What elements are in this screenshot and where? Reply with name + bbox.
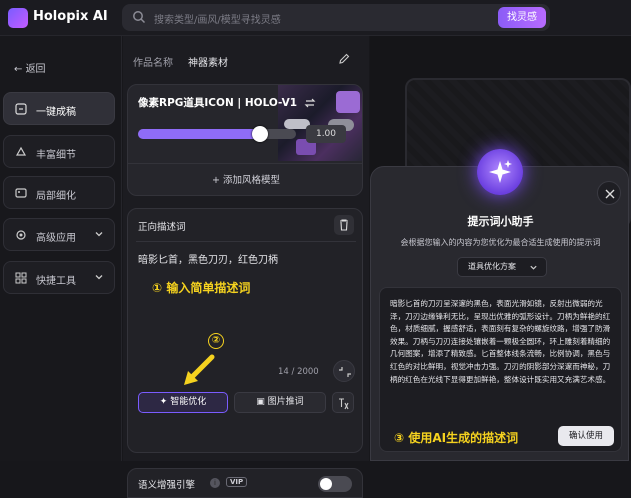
app-name[interactable]: Holopix AI xyxy=(33,9,108,24)
style-weight-value[interactable]: 1.00 xyxy=(306,125,346,143)
sidebar-item-advanced[interactable]: 高级应用 xyxy=(3,218,115,251)
back-button[interactable]: ← 返回 xyxy=(14,60,46,75)
assistant-subtitle: 会根据您输入的内容为您优化为最合适生成使用的提示词 xyxy=(400,238,601,247)
optimized-prompt-text: 暗影匕首的刀刃呈深邃的黑色，表面光滑如镜，反射出微弱的光泽，刀刃边缘锋利无比，呈… xyxy=(390,299,611,384)
settings-panel: 作品名称 神器素材 像素RPG道具ICON | HOLO-V1 1.00 + 添… xyxy=(123,36,369,498)
top-bar: Holopix AI 搜索类型/画风/模型寻找灵感 找灵感 xyxy=(0,0,631,36)
sidebar-item-enrich-detail[interactable]: 丰富细节 xyxy=(3,135,115,168)
search-icon xyxy=(133,11,146,24)
close-button[interactable] xyxy=(597,181,621,205)
swap-icon[interactable] xyxy=(304,97,316,109)
sidebar-item-label: 丰富细节 xyxy=(36,150,76,161)
chevron-down-icon xyxy=(95,232,103,237)
work-name-label: 作品名称 xyxy=(133,58,173,69)
work-name-value: 神器素材 xyxy=(188,58,228,69)
add-style-button[interactable]: + 添加风格模型 xyxy=(128,163,362,195)
prompt-assistant-dialog: 提示词小助手 会根据您输入的内容为您优化为最合适生成使用的提示词 道具优化方案 … xyxy=(370,149,629,461)
semantic-engine-toggle[interactable] xyxy=(318,476,352,492)
translate-button[interactable] xyxy=(332,392,354,413)
image-to-prompt-label: 图片推词 xyxy=(267,397,304,407)
search-button[interactable]: 找灵感 xyxy=(498,7,546,28)
tools-icon xyxy=(15,272,27,284)
optimized-prompt-box: 暗影匕首的刀刃呈深邃的黑色，表面光滑如镜，反射出微弱的光泽，刀刃边缘锋利无比，呈… xyxy=(379,287,622,452)
style-model-card[interactable]: 像素RPG道具ICON | HOLO-V1 1.00 + 添加风格模型 xyxy=(127,84,363,196)
sidebar: ← 返回 一键成稿 丰富细节 局部细化 高级应用 快捷工具 xyxy=(0,36,122,461)
refine-icon xyxy=(15,188,27,198)
trash-icon xyxy=(340,219,348,231)
assistant-title: 提示词小助手 xyxy=(467,215,534,228)
sidebar-item-label: 一键成稿 xyxy=(36,107,76,118)
search-input[interactable]: 搜索类型/画风/模型寻找灵感 xyxy=(154,11,281,26)
char-counter: 14 / 2000 xyxy=(278,367,319,377)
sidebar-item-quick-draft[interactable]: 一键成稿 xyxy=(3,92,115,125)
optimize-scheme-value: 道具优化方案 xyxy=(468,262,516,271)
optimize-scheme-select[interactable]: 道具优化方案 xyxy=(457,257,547,277)
sidebar-item-quick-tools[interactable]: 快捷工具 xyxy=(3,261,115,294)
logo-icon[interactable] xyxy=(8,8,28,28)
back-label: 返回 xyxy=(25,64,46,75)
delete-button[interactable] xyxy=(334,215,354,235)
search-bar[interactable]: 搜索类型/画风/模型寻找灵感 找灵感 xyxy=(122,4,550,31)
wand-icon xyxy=(15,103,27,115)
translate-icon xyxy=(339,398,349,410)
add-style-label: 添加风格模型 xyxy=(222,175,280,186)
divider xyxy=(136,241,356,242)
sparkle-icon xyxy=(477,149,523,195)
sidebar-item-local-refine[interactable]: 局部细化 xyxy=(3,176,115,209)
vip-badge: VIP xyxy=(226,477,248,487)
annotation-step-3: ③ 使用AI生成的描述词 xyxy=(394,431,519,445)
semantic-engine-row: 语义增强引擎 i VIP xyxy=(127,468,363,498)
smart-optimize-button[interactable]: ✦ 智能优化 xyxy=(138,392,228,413)
style-model-name: 像素RPG道具ICON | HOLO-V1 xyxy=(138,97,298,109)
edit-icon[interactable] xyxy=(337,52,351,66)
sidebar-item-label: 高级应用 xyxy=(36,233,76,244)
sidebar-item-label: 快捷工具 xyxy=(36,276,76,287)
advanced-icon xyxy=(16,230,26,240)
sidebar-item-label: 局部细化 xyxy=(36,191,76,202)
style-weight-slider[interactable] xyxy=(138,126,296,142)
chevron-down-icon xyxy=(95,275,103,280)
annotation-step-1: ① 输入简单描述词 xyxy=(152,281,251,295)
smart-optimize-label: 智能优化 xyxy=(170,397,207,407)
prompt-title: 正向描述词 xyxy=(138,222,186,233)
image-to-prompt-button[interactable]: ▣ 图片推词 xyxy=(234,392,326,413)
detail-icon xyxy=(15,146,27,156)
confirm-use-button[interactable]: 确认使用 xyxy=(558,426,614,446)
annotation-step-2: ② xyxy=(208,333,224,349)
slider-fill xyxy=(138,129,260,139)
arrow-icon xyxy=(184,354,215,385)
collapse-button[interactable] xyxy=(333,360,355,382)
prompt-textarea[interactable]: 暗影匕首，黑色刀刃，红色刀柄 xyxy=(138,251,278,266)
close-icon xyxy=(605,189,615,199)
slider-handle[interactable] xyxy=(252,126,268,142)
prompt-card: 正向描述词 暗影匕首，黑色刀刃，红色刀柄 ① 输入简单描述词 ② 14 / 20… xyxy=(127,208,363,453)
info-icon[interactable]: i xyxy=(210,478,220,488)
chevron-down-icon xyxy=(530,265,537,270)
semantic-engine-label: 语义增强引擎 xyxy=(138,480,196,491)
collapse-icon xyxy=(339,367,351,377)
